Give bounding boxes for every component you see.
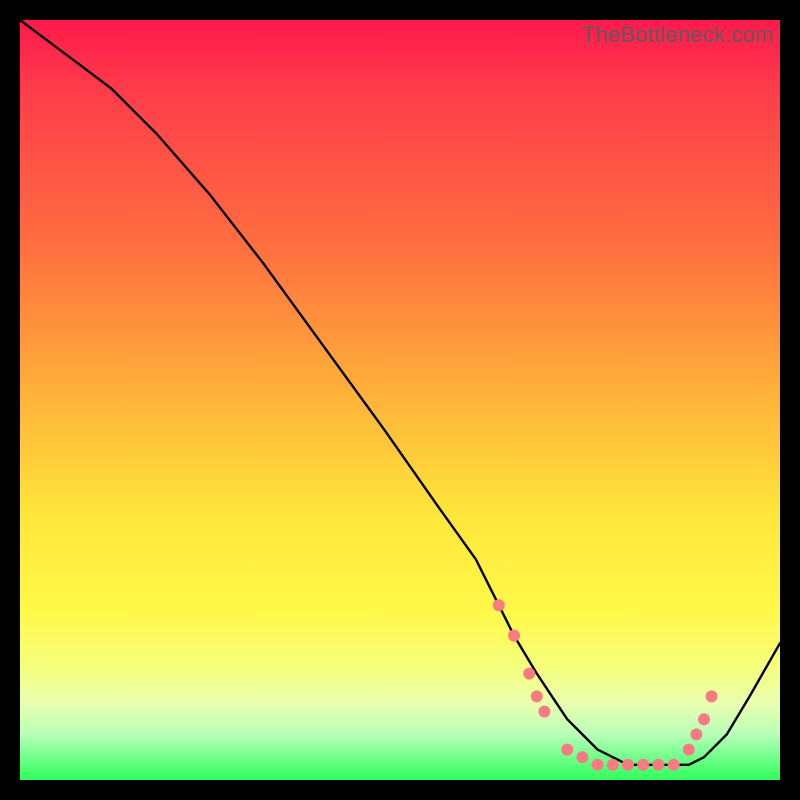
data-point [531, 690, 543, 702]
data-point [652, 759, 664, 771]
marker-group [493, 599, 718, 771]
chart-frame: TheBottleneck.com [0, 0, 800, 800]
data-point [698, 713, 710, 725]
data-point [637, 759, 649, 771]
data-point [508, 630, 520, 642]
data-point [538, 706, 550, 718]
data-point [576, 751, 588, 763]
data-point [706, 690, 718, 702]
data-point [592, 759, 604, 771]
plot-area: TheBottleneck.com [20, 20, 780, 780]
data-point [607, 759, 619, 771]
curve-svg [20, 20, 780, 780]
data-point [493, 599, 505, 611]
data-point [622, 759, 634, 771]
data-point [523, 668, 535, 680]
data-point [668, 759, 680, 771]
data-point [683, 744, 695, 756]
data-point [690, 728, 702, 740]
data-point [561, 744, 573, 756]
bottleneck-curve [20, 20, 780, 765]
